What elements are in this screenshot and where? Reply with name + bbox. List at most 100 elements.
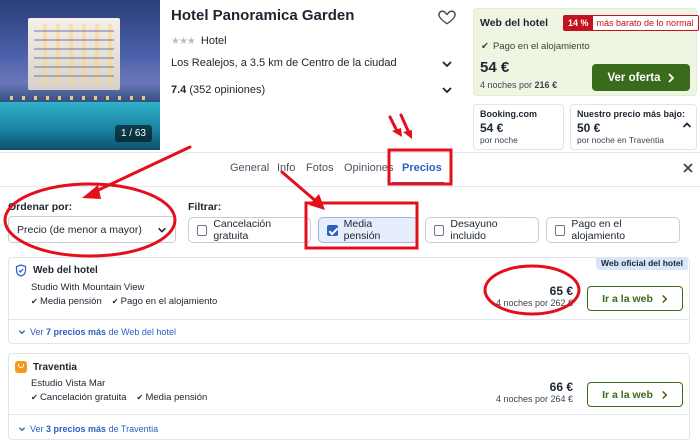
checkbox[interactable] xyxy=(555,224,566,236)
hotel-location: Los Realejos, a 3.5 km de Centro de la c… xyxy=(171,57,397,69)
compare-booking[interactable]: Booking.com 54 € por noche xyxy=(473,104,564,150)
filter-half-board[interactable]: Media pensión xyxy=(318,217,418,243)
rating-score: 7.4 xyxy=(171,84,187,96)
offer-feature: Media pensión xyxy=(31,296,102,307)
active-tab-indicator xyxy=(392,182,444,185)
annotation-arrowhead xyxy=(403,130,412,139)
divider xyxy=(0,152,700,153)
chevron-right-icon xyxy=(667,72,674,83)
deal-price: 54 € xyxy=(480,59,510,76)
more-prices-link[interactable]: Ver 3 precios más de Traventia xyxy=(18,424,158,434)
offer-price: 65 € xyxy=(549,284,573,298)
annotation-arrowhead xyxy=(392,128,402,137)
chip-label: Media pensión xyxy=(343,218,381,242)
offer-provider-name: Web del hotel xyxy=(33,265,98,276)
hotel-type: Hotel xyxy=(200,35,227,47)
annotation-arrow xyxy=(388,115,399,133)
offer-nights: 4 noches por 262 € xyxy=(495,298,573,308)
filter-breakfast[interactable]: Desayuno incluido xyxy=(425,217,539,243)
chevron-down-icon[interactable] xyxy=(441,58,453,70)
more-prices-link[interactable]: Ver 7 precios más de Web del hotel xyxy=(18,327,176,337)
tab-prices[interactable]: Precios xyxy=(402,162,442,174)
compare-name: Booking.com xyxy=(480,109,538,119)
filter-label: Filtrar: xyxy=(188,201,222,213)
compare-lowest[interactable]: Nuestro precio más bajo: 50 € por noche … xyxy=(570,104,697,150)
star-rating-icon: ★★★ xyxy=(171,35,196,47)
compare-name: Nuestro precio más bajo: xyxy=(577,109,686,119)
compare-price: 50 € xyxy=(577,121,601,135)
shield-check-icon xyxy=(15,264,27,277)
annotation-arrow xyxy=(280,170,320,205)
more-prefix: Ver xyxy=(30,327,47,337)
more-count: 3 precios más xyxy=(46,424,107,434)
annotation-arrowhead xyxy=(309,194,325,210)
close-icon[interactable] xyxy=(681,161,695,175)
deal-nights-label: 4 noches por xyxy=(480,80,535,90)
chip-label: Pago en el alojamiento xyxy=(571,218,626,242)
chip-label: Desayuno incluido xyxy=(450,218,498,242)
offer-provider-name: Traventia xyxy=(33,361,77,373)
tab-general[interactable]: General xyxy=(230,162,269,174)
divider xyxy=(0,186,700,187)
view-offer-button[interactable]: Ver oferta xyxy=(592,64,690,91)
offer-room: Estudio Vista Mar xyxy=(31,378,106,389)
checkbox-checked[interactable] xyxy=(327,224,338,236)
go-to-site-label: Ir a la web xyxy=(602,292,653,305)
offer-provider: Web del hotel xyxy=(15,264,98,277)
compare-sub: por noche en Traventia xyxy=(577,135,664,145)
rating-count: (352 opiniones) xyxy=(189,84,266,96)
compare-sub: por noche xyxy=(480,135,518,145)
deal-payment-label: Pago en el alojamiento xyxy=(492,41,590,52)
chevron-down-icon xyxy=(18,427,26,432)
offer-features: Cancelación gratuita Media pensión xyxy=(31,392,207,403)
chevron-down-icon xyxy=(18,330,26,335)
more-suffix: de Traventia xyxy=(106,424,159,434)
heart-icon[interactable] xyxy=(437,7,457,27)
go-to-site-button[interactable]: Ir a la web xyxy=(587,382,683,407)
deal-provider: Web del hotel xyxy=(480,17,549,29)
official-site-badge: Web oficial del hotel xyxy=(596,257,689,270)
offer-nights: 4 noches por 264 € xyxy=(495,394,573,404)
chevron-up-icon[interactable] xyxy=(682,120,692,130)
checkbox[interactable] xyxy=(434,224,445,236)
deal-nights-total: 216 € xyxy=(534,80,558,90)
more-count: 7 precios más xyxy=(46,327,107,337)
offer-price: 66 € xyxy=(549,380,573,394)
tab-photos[interactable]: Fotos xyxy=(306,162,334,174)
go-to-site-label: Ir a la web xyxy=(602,388,653,401)
divider xyxy=(9,414,689,415)
photo-counter: 1 / 63 xyxy=(114,125,152,142)
cheaper-badge: 14 % más barato de lo normal xyxy=(563,15,699,31)
divider xyxy=(9,319,689,320)
check-icon: ✔ xyxy=(481,41,489,52)
traventia-logo-icon xyxy=(15,361,27,373)
annotation-arrowhead xyxy=(82,185,101,199)
sort-select[interactable]: Precio (de menor a mayor) xyxy=(8,216,176,243)
go-to-site-button[interactable]: Ir a la web xyxy=(587,286,683,311)
cheaper-text: más barato de lo normal xyxy=(592,16,698,30)
hotel-name[interactable]: Hotel Panoramica Garden xyxy=(171,7,354,24)
checkbox[interactable] xyxy=(197,224,208,236)
chip-label: Cancelación gratuita xyxy=(213,218,272,242)
hotel-rating[interactable]: 7.4 (352 opiniones) xyxy=(171,84,265,96)
view-offer-label: Ver oferta xyxy=(607,71,661,84)
chevron-right-icon xyxy=(662,294,668,303)
chevron-right-icon xyxy=(662,390,668,399)
tab-reviews[interactable]: Opiniones xyxy=(344,162,394,174)
chevron-down-icon[interactable] xyxy=(441,84,453,96)
tab-info[interactable]: Info xyxy=(277,162,295,174)
annotation-arrow xyxy=(399,113,411,135)
filter-free-cancellation[interactable]: Cancelación gratuita xyxy=(188,217,311,243)
compare-price: 54 € xyxy=(480,121,504,135)
sort-label: Ordenar por: xyxy=(8,201,73,213)
cheaper-percent: 14 % xyxy=(564,16,593,30)
hotel-category: ★★★ Hotel xyxy=(171,35,227,47)
more-suffix: de Web del hotel xyxy=(106,327,176,337)
deal-nights: 4 noches por 216 € xyxy=(480,80,557,90)
filter-pay-at-property[interactable]: Pago en el alojamiento xyxy=(546,217,680,243)
sort-value: Precio (de menor a mayor) xyxy=(17,223,142,236)
hotel-photo[interactable]: 1 / 63 xyxy=(0,0,160,150)
offer-feature: Pago en el alojamiento xyxy=(112,296,218,307)
deal-payment: ✔ Pago en el alojamiento xyxy=(481,41,590,52)
offer-provider: Traventia xyxy=(15,361,77,373)
